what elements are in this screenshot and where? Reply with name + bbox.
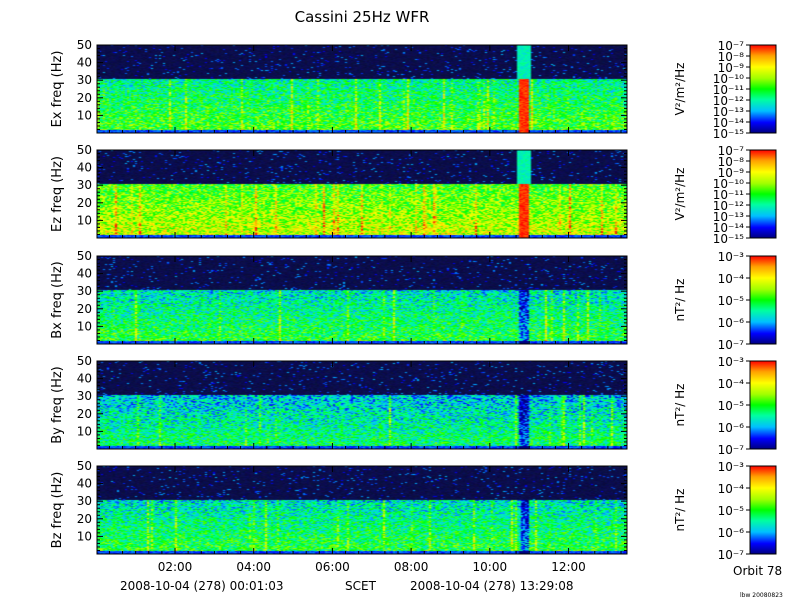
colorbar bbox=[749, 149, 777, 239]
y-tick-label: 40 bbox=[77, 477, 92, 491]
colorbar-tick-label: 10⁻³ bbox=[718, 460, 745, 474]
y-tick-label: 30 bbox=[77, 389, 92, 403]
colorbar-tick-label: 10⁻⁷ bbox=[718, 338, 745, 352]
spectrogram-image-1 bbox=[97, 45, 627, 133]
orbit-label: Orbit 78 bbox=[733, 564, 782, 578]
credit-label: lbw 20080823 bbox=[740, 592, 783, 599]
x-tick-label: 08:00 bbox=[394, 560, 429, 574]
y-axis-label: Ex freq (Hz) bbox=[50, 51, 65, 128]
colorbar-tick-label: 10⁻³ bbox=[718, 250, 745, 264]
colorbar bbox=[749, 465, 777, 555]
colorbar-tick-label: 10⁻¹⁵ bbox=[713, 232, 744, 246]
colorbar-tick-label: 10⁻⁵ bbox=[718, 399, 745, 413]
x-tick-label: 10:00 bbox=[473, 560, 508, 574]
colorbar-units-label: V²/m²/Hz bbox=[673, 63, 687, 116]
y-tick-label: 20 bbox=[77, 512, 92, 526]
y-tick-label: 10 bbox=[77, 108, 92, 122]
spectrogram-image-5 bbox=[97, 466, 627, 554]
colorbar-tick-label: 10⁻⁶ bbox=[718, 526, 745, 540]
colorbar bbox=[749, 255, 777, 345]
x-tick-label: 06:00 bbox=[315, 560, 350, 574]
time-axis-label: SCET bbox=[345, 579, 377, 593]
y-tick-label: 50 bbox=[77, 354, 92, 368]
start-time-label: 2008-10-04 (278) 00:01:03 bbox=[120, 579, 284, 593]
end-time-label: 2008-10-04 (278) 13:29:08 bbox=[410, 579, 574, 593]
colorbar-tick-label: 10⁻⁵ bbox=[718, 294, 745, 308]
panel-4: 50 40 30 20 10 By freq (Hz) 10⁻³ 10⁻⁴ 10⁻⁵ 10⁻⁶ 10… bbox=[50, 354, 777, 457]
y-tick-label: 20 bbox=[77, 91, 92, 105]
colorbar-tick-label: 10⁻⁷ bbox=[718, 548, 745, 562]
y-tick-label: 30 bbox=[77, 494, 92, 508]
colorbar-tick-label: 10⁻³ bbox=[718, 355, 745, 369]
colorbar-tick-label: 10⁻⁴ bbox=[718, 377, 745, 391]
x-tick-label: 02:00 bbox=[158, 560, 193, 574]
spectrogram-image-2 bbox=[97, 150, 627, 238]
y-axis-label: By freq (Hz) bbox=[50, 366, 65, 444]
colorbar-tick-label: 10⁻⁵ bbox=[718, 504, 745, 518]
y-tick-label: 30 bbox=[77, 284, 92, 298]
y-tick-label: 40 bbox=[77, 56, 92, 70]
colorbar-units-label: nT²/ Hz bbox=[673, 384, 687, 427]
y-axis-label: Bx freq (Hz) bbox=[50, 261, 65, 339]
spectrogram-image-4 bbox=[97, 361, 627, 449]
colorbar-tick-label: 10⁻⁴ bbox=[718, 482, 745, 496]
colorbar-units-label: nT²/ Hz bbox=[673, 489, 687, 532]
y-tick-label: 30 bbox=[77, 178, 92, 192]
y-tick-label: 50 bbox=[77, 249, 92, 263]
cassini-wfr-spectrogram-figure: Cassini 25Hz WFR 50 40 30 20 10 Ex freq (Hz) 1… bbox=[50, 8, 783, 599]
colorbar bbox=[749, 44, 777, 134]
y-tick-label: 10 bbox=[77, 424, 92, 438]
y-tick-label: 50 bbox=[77, 38, 92, 52]
colorbar-units-label: V²/m²/Hz bbox=[673, 168, 687, 221]
colorbar-tick-label: 10⁻⁷ bbox=[718, 443, 745, 457]
panel-1: 5040302010Ex freq (Hz)10⁻⁷10⁻⁸10⁻⁹10⁻¹⁰1… bbox=[50, 38, 777, 141]
colorbar-tick-label: 10⁻⁶ bbox=[718, 421, 745, 435]
y-tick-label: 30 bbox=[77, 73, 92, 87]
y-tick-label: 10 bbox=[77, 213, 92, 227]
panel-3: 50 40 30 20 10 Bx freq (Hz) 10⁻³ 10⁻⁴ 10⁻⁵ 10⁻⁶ 10… bbox=[50, 249, 777, 352]
panel-5: 50 40 30 20 10 Bz freq (Hz) 10⁻³ 10⁻⁴ 10⁻⁵ 10⁻⁶ 10… bbox=[50, 459, 777, 562]
panel-2: 5040302010Ez freq (Hz)10⁻⁷10⁻⁸10⁻⁹10⁻¹⁰1… bbox=[50, 143, 777, 246]
colorbar bbox=[749, 360, 777, 450]
x-tick-label: 04:00 bbox=[236, 560, 271, 574]
colorbar-tick-label: 10⁻⁶ bbox=[718, 316, 745, 330]
y-axis-label: Ez freq (Hz) bbox=[50, 156, 65, 232]
y-tick-label: 50 bbox=[77, 143, 92, 157]
y-tick-label: 20 bbox=[77, 196, 92, 210]
spectrogram-panels: 5040302010Ex freq (Hz)10⁻⁷10⁻⁸10⁻⁹10⁻¹⁰1… bbox=[50, 38, 777, 562]
y-tick-label: 10 bbox=[77, 319, 92, 333]
x-tick-label: 12:00 bbox=[551, 560, 586, 574]
colorbar-tick-label: 10⁻⁴ bbox=[718, 272, 745, 286]
spectrogram-image-3 bbox=[97, 256, 627, 344]
y-tick-label: 50 bbox=[77, 459, 92, 473]
colorbar-tick-label: 10⁻¹⁵ bbox=[713, 127, 744, 141]
y-tick-label: 40 bbox=[77, 161, 92, 175]
y-tick-label: 40 bbox=[77, 372, 92, 386]
y-axis-label: Bz freq (Hz) bbox=[50, 472, 65, 549]
y-tick-label: 10 bbox=[77, 529, 92, 543]
y-tick-label: 20 bbox=[77, 407, 92, 421]
chart-title: Cassini 25Hz WFR bbox=[295, 8, 430, 26]
y-tick-label: 20 bbox=[77, 302, 92, 316]
colorbar-units-label: nT²/ Hz bbox=[673, 279, 687, 322]
y-tick-label: 40 bbox=[77, 267, 92, 281]
